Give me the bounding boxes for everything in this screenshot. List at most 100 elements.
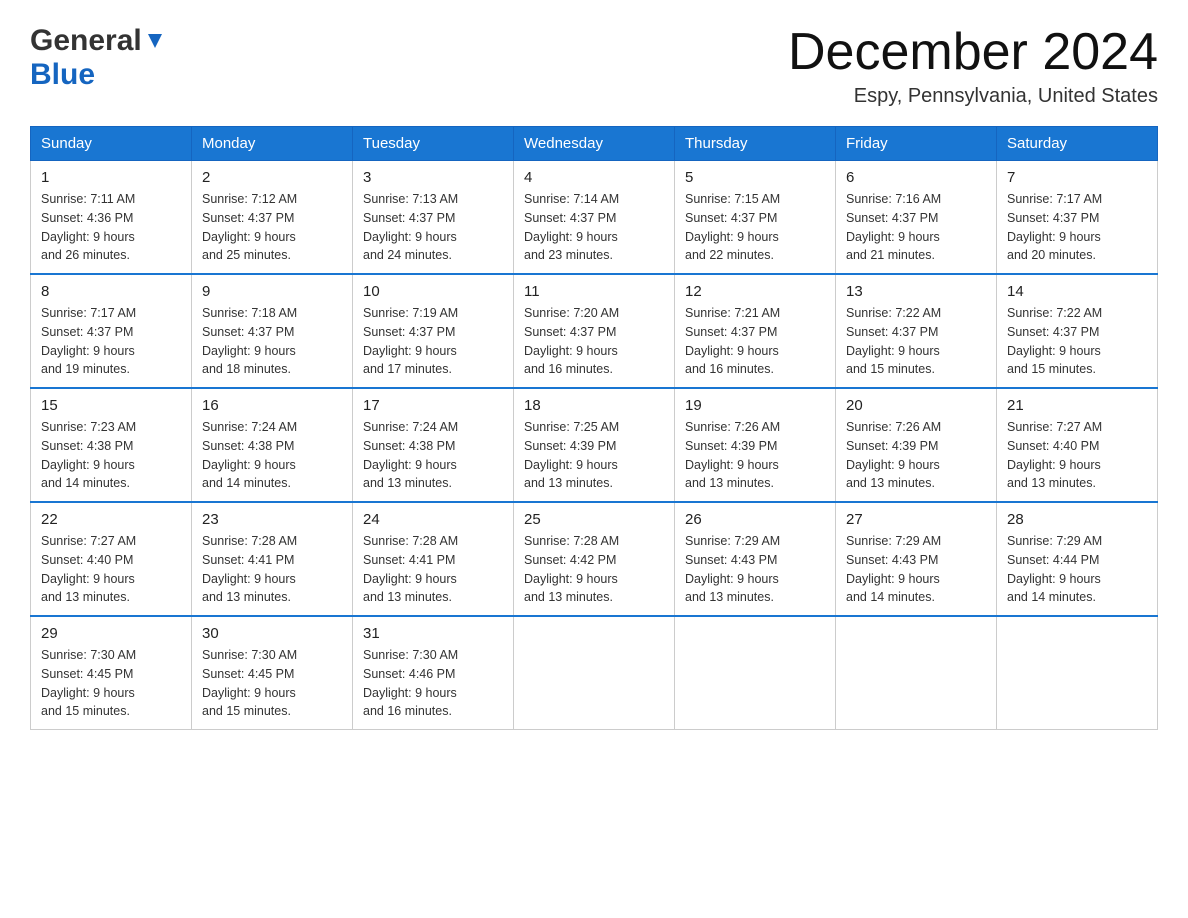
- empty-cell: [997, 616, 1158, 730]
- day-info: Sunrise: 7:17 AM Sunset: 4:37 PM Dayligh…: [41, 304, 181, 379]
- day-number: 12: [685, 283, 825, 300]
- header-day-sunday: Sunday: [31, 127, 192, 161]
- day-info: Sunrise: 7:11 AM Sunset: 4:36 PM Dayligh…: [41, 190, 181, 265]
- day-number: 20: [846, 397, 986, 414]
- calendar-day-14: 14 Sunrise: 7:22 AM Sunset: 4:37 PM Dayl…: [997, 274, 1158, 388]
- empty-cell: [836, 616, 997, 730]
- day-number: 8: [41, 283, 181, 300]
- header-day-saturday: Saturday: [997, 127, 1158, 161]
- day-number: 24: [363, 511, 503, 528]
- day-number: 13: [846, 283, 986, 300]
- calendar-day-17: 17 Sunrise: 7:24 AM Sunset: 4:38 PM Dayl…: [353, 388, 514, 502]
- header-day-friday: Friday: [836, 127, 997, 161]
- calendar-header: SundayMondayTuesdayWednesdayThursdayFrid…: [31, 127, 1158, 161]
- day-number: 3: [363, 169, 503, 186]
- title-block: December 2024 Espy, Pennsylvania, United…: [788, 24, 1158, 108]
- day-number: 31: [363, 625, 503, 642]
- calendar-day-31: 31 Sunrise: 7:30 AM Sunset: 4:46 PM Dayl…: [353, 616, 514, 730]
- day-info: Sunrise: 7:21 AM Sunset: 4:37 PM Dayligh…: [685, 304, 825, 379]
- day-info: Sunrise: 7:14 AM Sunset: 4:37 PM Dayligh…: [524, 190, 664, 265]
- calendar-day-7: 7 Sunrise: 7:17 AM Sunset: 4:37 PM Dayli…: [997, 161, 1158, 275]
- day-info: Sunrise: 7:12 AM Sunset: 4:37 PM Dayligh…: [202, 190, 342, 265]
- day-info: Sunrise: 7:26 AM Sunset: 4:39 PM Dayligh…: [846, 418, 986, 493]
- calendar-day-22: 22 Sunrise: 7:27 AM Sunset: 4:40 PM Dayl…: [31, 502, 192, 616]
- calendar-day-24: 24 Sunrise: 7:28 AM Sunset: 4:41 PM Dayl…: [353, 502, 514, 616]
- calendar-week-1: 1 Sunrise: 7:11 AM Sunset: 4:36 PM Dayli…: [31, 161, 1158, 275]
- day-info: Sunrise: 7:29 AM Sunset: 4:44 PM Dayligh…: [1007, 532, 1147, 607]
- day-info: Sunrise: 7:29 AM Sunset: 4:43 PM Dayligh…: [846, 532, 986, 607]
- calendar-table: SundayMondayTuesdayWednesdayThursdayFrid…: [30, 126, 1158, 730]
- location-text: Espy, Pennsylvania, United States: [788, 85, 1158, 108]
- day-number: 18: [524, 397, 664, 414]
- day-info: Sunrise: 7:28 AM Sunset: 4:42 PM Dayligh…: [524, 532, 664, 607]
- day-info: Sunrise: 7:27 AM Sunset: 4:40 PM Dayligh…: [41, 532, 181, 607]
- day-info: Sunrise: 7:27 AM Sunset: 4:40 PM Dayligh…: [1007, 418, 1147, 493]
- day-number: 2: [202, 169, 342, 186]
- day-info: Sunrise: 7:23 AM Sunset: 4:38 PM Dayligh…: [41, 418, 181, 493]
- calendar-day-20: 20 Sunrise: 7:26 AM Sunset: 4:39 PM Dayl…: [836, 388, 997, 502]
- calendar-day-10: 10 Sunrise: 7:19 AM Sunset: 4:37 PM Dayl…: [353, 274, 514, 388]
- day-info: Sunrise: 7:28 AM Sunset: 4:41 PM Dayligh…: [363, 532, 503, 607]
- calendar-body: 1 Sunrise: 7:11 AM Sunset: 4:36 PM Dayli…: [31, 161, 1158, 730]
- day-info: Sunrise: 7:29 AM Sunset: 4:43 PM Dayligh…: [685, 532, 825, 607]
- day-info: Sunrise: 7:24 AM Sunset: 4:38 PM Dayligh…: [202, 418, 342, 493]
- day-number: 15: [41, 397, 181, 414]
- day-number: 9: [202, 283, 342, 300]
- calendar-day-2: 2 Sunrise: 7:12 AM Sunset: 4:37 PM Dayli…: [192, 161, 353, 275]
- day-info: Sunrise: 7:26 AM Sunset: 4:39 PM Dayligh…: [685, 418, 825, 493]
- calendar-day-3: 3 Sunrise: 7:13 AM Sunset: 4:37 PM Dayli…: [353, 161, 514, 275]
- calendar-day-27: 27 Sunrise: 7:29 AM Sunset: 4:43 PM Dayl…: [836, 502, 997, 616]
- day-number: 28: [1007, 511, 1147, 528]
- day-number: 6: [846, 169, 986, 186]
- header-day-tuesday: Tuesday: [353, 127, 514, 161]
- calendar-day-1: 1 Sunrise: 7:11 AM Sunset: 4:36 PM Dayli…: [31, 161, 192, 275]
- page-header: General Blue December 2024 Espy, Pennsyl…: [30, 24, 1158, 108]
- day-number: 11: [524, 283, 664, 300]
- day-number: 27: [846, 511, 986, 528]
- calendar-day-11: 11 Sunrise: 7:20 AM Sunset: 4:37 PM Dayl…: [514, 274, 675, 388]
- day-info: Sunrise: 7:13 AM Sunset: 4:37 PM Dayligh…: [363, 190, 503, 265]
- calendar-day-19: 19 Sunrise: 7:26 AM Sunset: 4:39 PM Dayl…: [675, 388, 836, 502]
- calendar-day-15: 15 Sunrise: 7:23 AM Sunset: 4:38 PM Dayl…: [31, 388, 192, 502]
- calendar-day-26: 26 Sunrise: 7:29 AM Sunset: 4:43 PM Dayl…: [675, 502, 836, 616]
- day-info: Sunrise: 7:22 AM Sunset: 4:37 PM Dayligh…: [846, 304, 986, 379]
- empty-cell: [514, 616, 675, 730]
- logo: General Blue: [30, 24, 166, 92]
- day-number: 22: [41, 511, 181, 528]
- day-info: Sunrise: 7:19 AM Sunset: 4:37 PM Dayligh…: [363, 304, 503, 379]
- day-number: 7: [1007, 169, 1147, 186]
- day-number: 19: [685, 397, 825, 414]
- day-number: 17: [363, 397, 503, 414]
- day-info: Sunrise: 7:20 AM Sunset: 4:37 PM Dayligh…: [524, 304, 664, 379]
- calendar-day-5: 5 Sunrise: 7:15 AM Sunset: 4:37 PM Dayli…: [675, 161, 836, 275]
- day-number: 14: [1007, 283, 1147, 300]
- calendar-day-9: 9 Sunrise: 7:18 AM Sunset: 4:37 PM Dayli…: [192, 274, 353, 388]
- calendar-day-13: 13 Sunrise: 7:22 AM Sunset: 4:37 PM Dayl…: [836, 274, 997, 388]
- calendar-day-29: 29 Sunrise: 7:30 AM Sunset: 4:45 PM Dayl…: [31, 616, 192, 730]
- calendar-week-3: 15 Sunrise: 7:23 AM Sunset: 4:38 PM Dayl…: [31, 388, 1158, 502]
- calendar-week-4: 22 Sunrise: 7:27 AM Sunset: 4:40 PM Dayl…: [31, 502, 1158, 616]
- empty-cell: [675, 616, 836, 730]
- calendar-week-5: 29 Sunrise: 7:30 AM Sunset: 4:45 PM Dayl…: [31, 616, 1158, 730]
- day-number: 23: [202, 511, 342, 528]
- day-number: 5: [685, 169, 825, 186]
- header-day-wednesday: Wednesday: [514, 127, 675, 161]
- day-number: 1: [41, 169, 181, 186]
- calendar-day-25: 25 Sunrise: 7:28 AM Sunset: 4:42 PM Dayl…: [514, 502, 675, 616]
- day-info: Sunrise: 7:28 AM Sunset: 4:41 PM Dayligh…: [202, 532, 342, 607]
- logo-blue-text: Blue: [30, 58, 95, 91]
- calendar-week-2: 8 Sunrise: 7:17 AM Sunset: 4:37 PM Dayli…: [31, 274, 1158, 388]
- day-number: 16: [202, 397, 342, 414]
- day-info: Sunrise: 7:16 AM Sunset: 4:37 PM Dayligh…: [846, 190, 986, 265]
- day-number: 25: [524, 511, 664, 528]
- logo-general-text: General: [30, 24, 142, 58]
- calendar-day-30: 30 Sunrise: 7:30 AM Sunset: 4:45 PM Dayl…: [192, 616, 353, 730]
- calendar-day-18: 18 Sunrise: 7:25 AM Sunset: 4:39 PM Dayl…: [514, 388, 675, 502]
- calendar-day-16: 16 Sunrise: 7:24 AM Sunset: 4:38 PM Dayl…: [192, 388, 353, 502]
- calendar-day-23: 23 Sunrise: 7:28 AM Sunset: 4:41 PM Dayl…: [192, 502, 353, 616]
- day-number: 21: [1007, 397, 1147, 414]
- day-info: Sunrise: 7:30 AM Sunset: 4:45 PM Dayligh…: [202, 646, 342, 721]
- day-info: Sunrise: 7:15 AM Sunset: 4:37 PM Dayligh…: [685, 190, 825, 265]
- month-title: December 2024: [788, 24, 1158, 81]
- day-number: 26: [685, 511, 825, 528]
